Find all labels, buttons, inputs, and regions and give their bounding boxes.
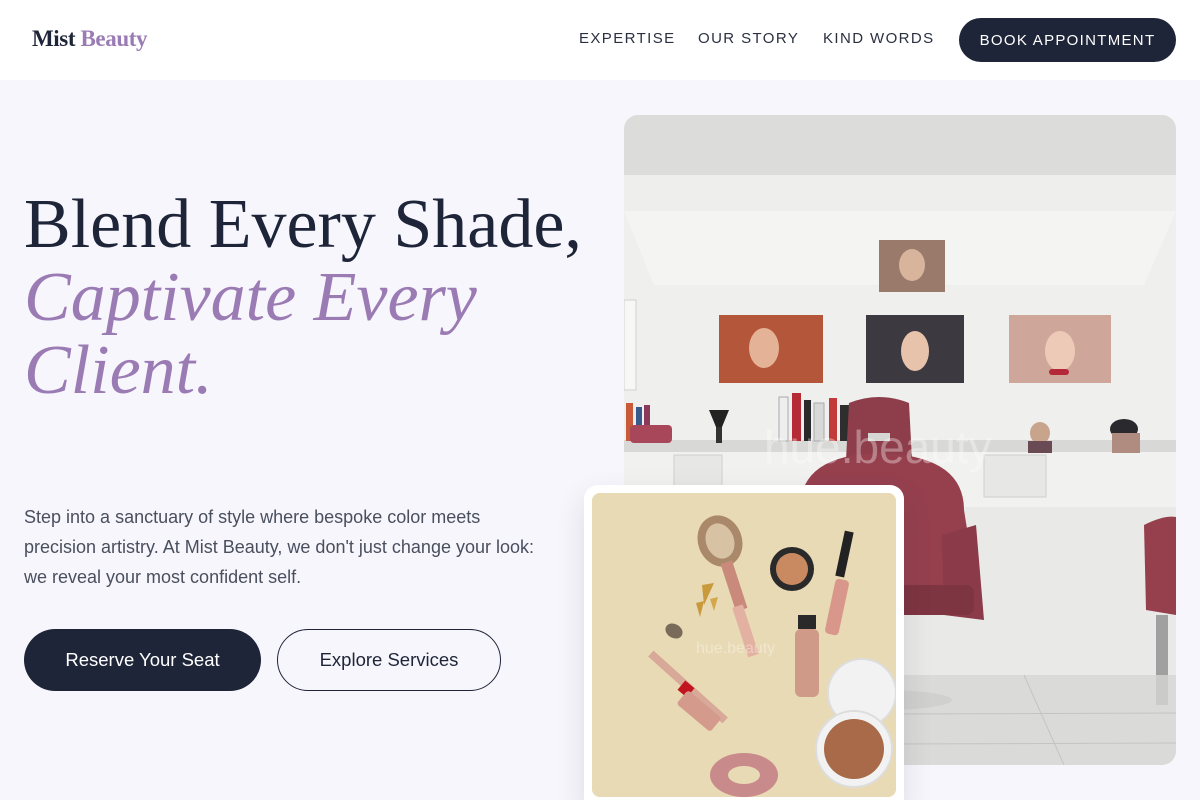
hero-title-line1: Blend Every Shade, (24, 186, 582, 263)
hero-title-line2: Captivate Every Client. (24, 259, 477, 409)
site-header: Mist Beauty EXPERTISE OUR STORY KIND WOR… (0, 0, 1200, 80)
nav-link-our-story[interactable]: OUR STORY (698, 30, 799, 47)
nav-link-kind-words[interactable]: KIND WORDS (823, 30, 935, 47)
brand-logo[interactable]: Mist Beauty (32, 26, 147, 52)
hero-title: Blend Every Shade, Captivate Every Clien… (24, 188, 584, 407)
brand-name-part2: Beauty (80, 26, 148, 51)
hero-description: Step into a sanctuary of style where bes… (24, 507, 535, 587)
makeup-flatlay-card: hue.beauty (584, 485, 904, 800)
svg-text:hue.beauty: hue.beauty (696, 640, 775, 657)
book-appointment-button[interactable]: BOOK APPOINTMENT (959, 18, 1176, 62)
nav-link-expertise[interactable]: EXPERTISE (579, 30, 676, 47)
svg-text:hue.beauty: hue.beauty (764, 421, 992, 473)
makeup-flatlay-image: hue.beauty (592, 493, 896, 797)
reserve-seat-button[interactable]: Reserve Your Seat (24, 629, 261, 691)
brand-name-part1: Mist (32, 26, 76, 51)
explore-services-button[interactable]: Explore Services (277, 629, 501, 691)
